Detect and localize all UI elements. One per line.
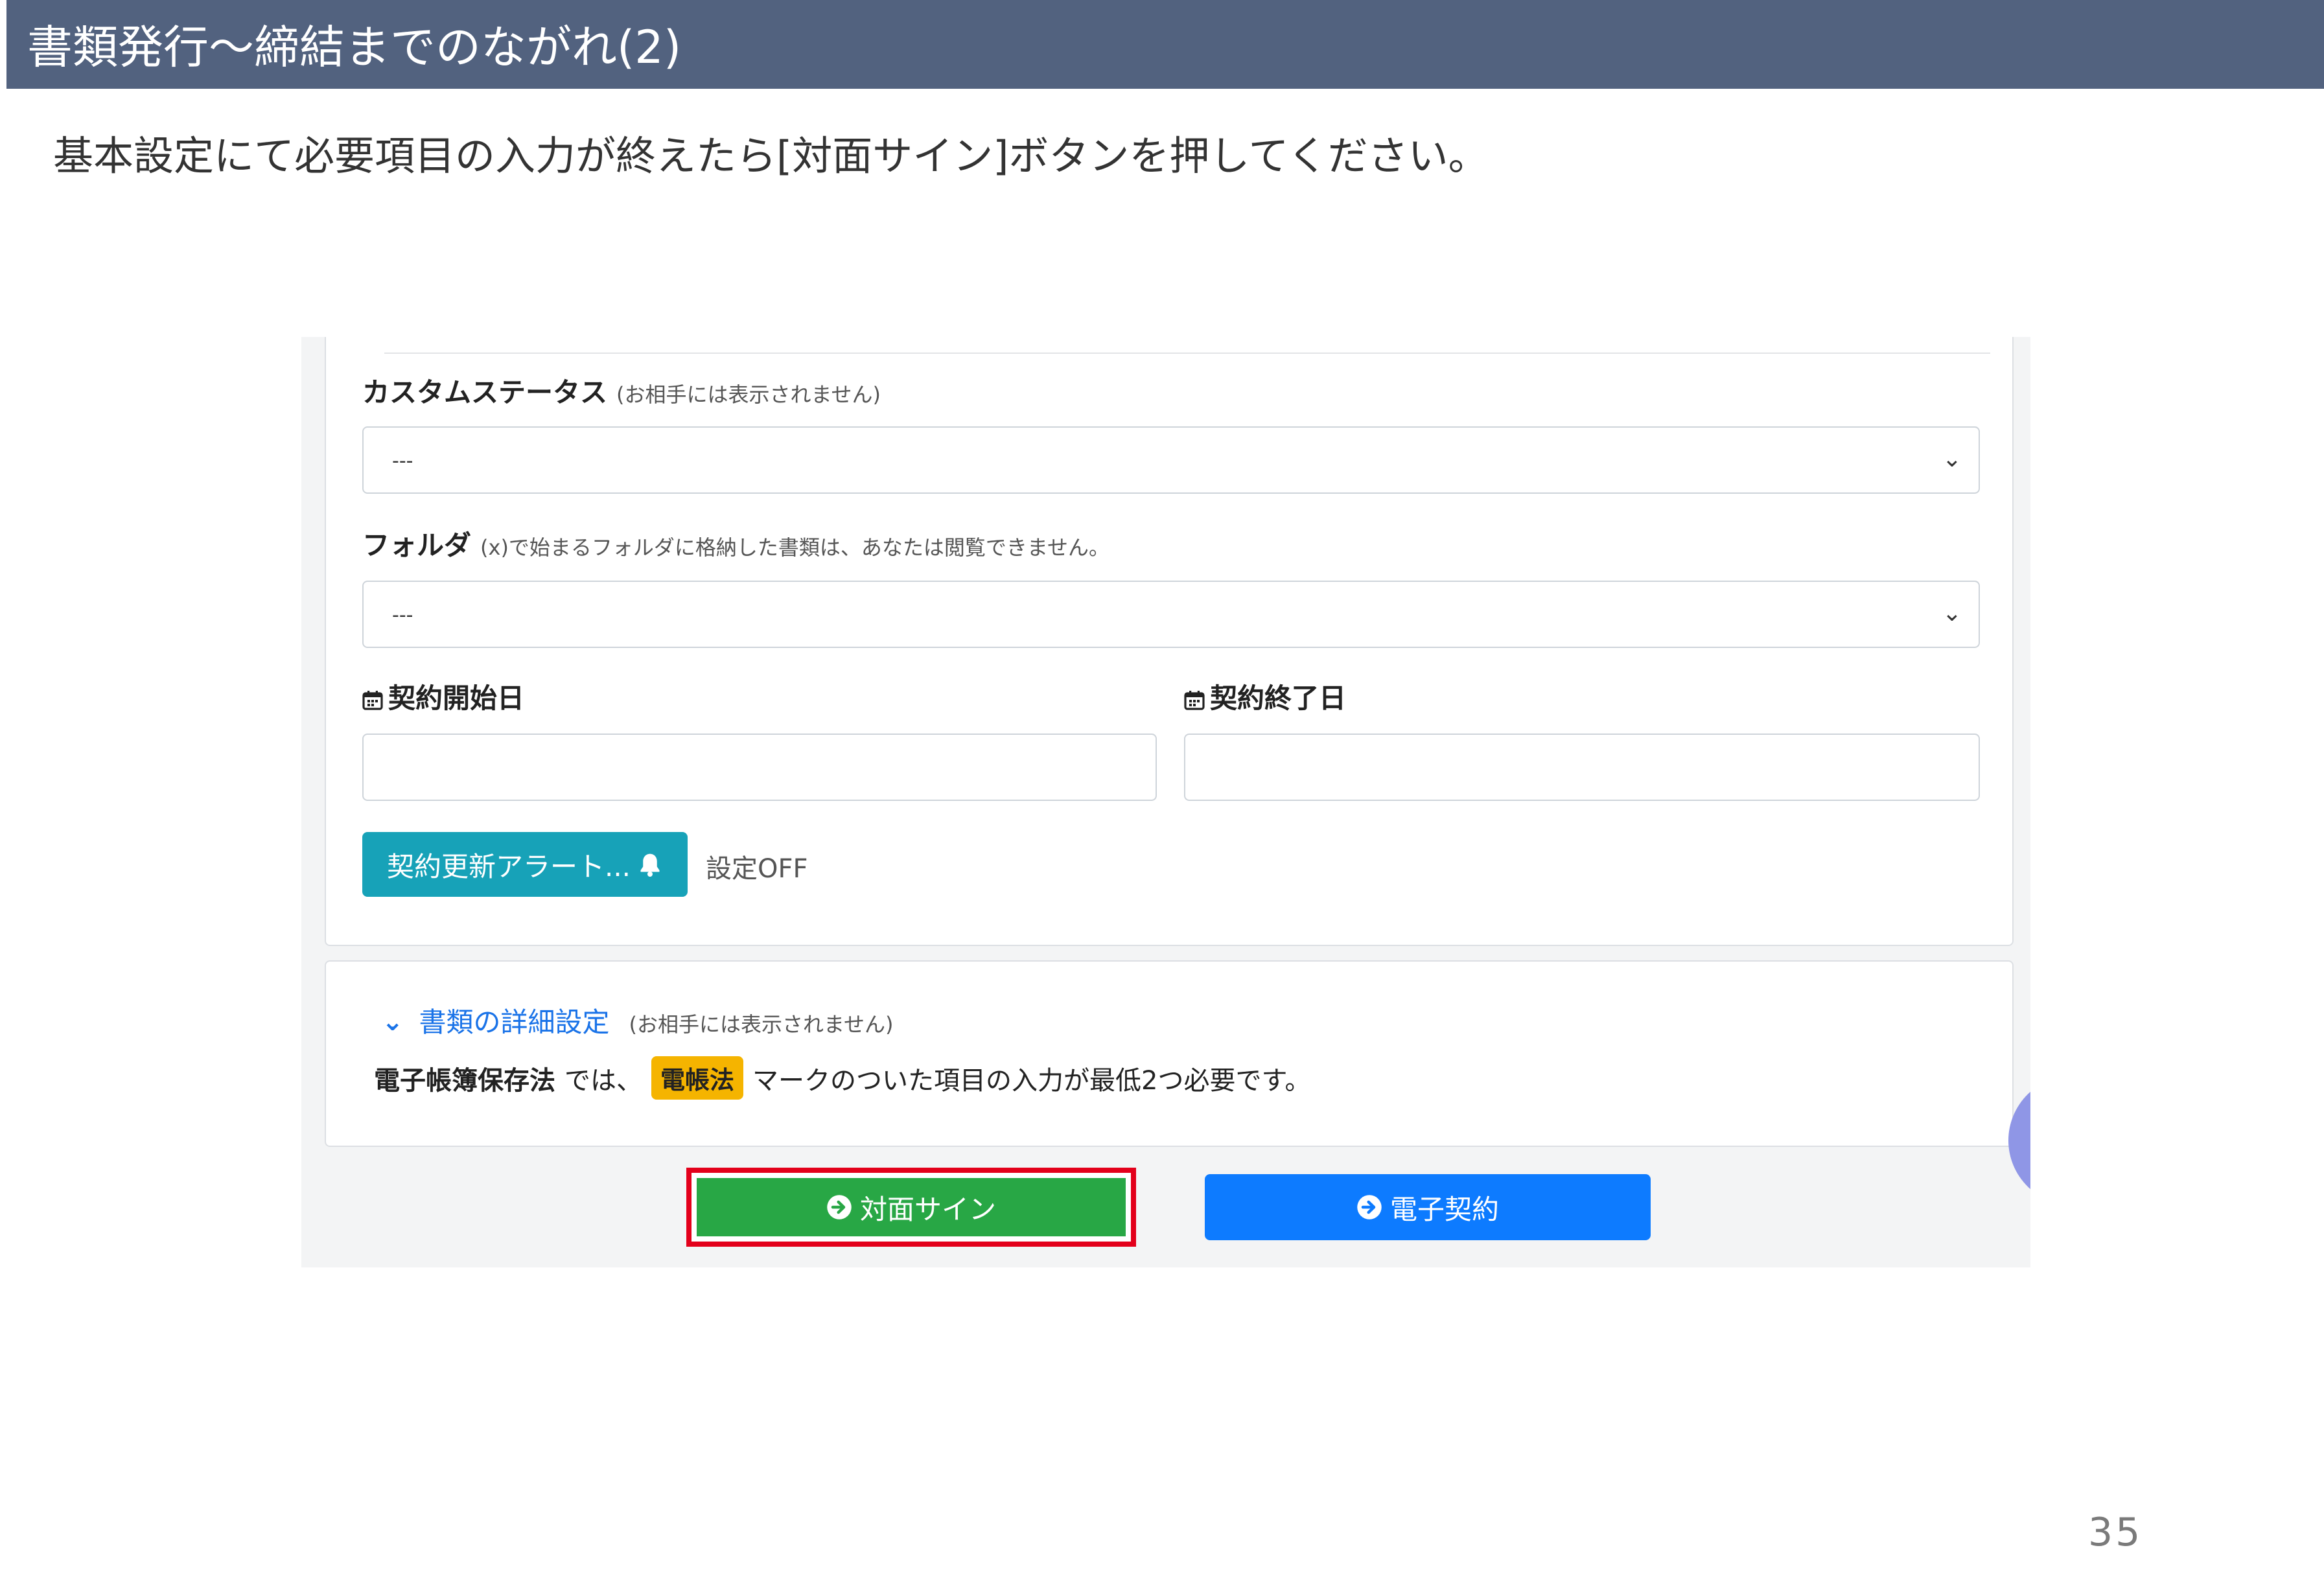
start-date-input[interactable] [362, 734, 1157, 801]
end-date-label: 契約終了日 [1184, 676, 1346, 716]
custom-status-label-text: カスタムステータス [362, 376, 608, 408]
face-sign-label: 対面サイン [859, 1193, 996, 1225]
face-sign-button[interactable]: 対面サイン [697, 1178, 1126, 1236]
arrow-circle-right-icon [1357, 1195, 1382, 1219]
details-requirement-text: 電子帳簿保存法 では、 電帳法 マークのついた項目の入力が最低2つ必要です。 [374, 1056, 1310, 1100]
custom-status-label: カスタムステータス (お相手には表示されません) [362, 371, 881, 410]
chevron-down-icon: ⌄ [1942, 600, 1962, 627]
slide-title: 書類発行～締結までのながれ(2) [27, 21, 682, 74]
alert-button-label: 契約更新アラート... [386, 850, 631, 883]
law-name: 電子帳簿保存法 [374, 1065, 555, 1096]
details-toggle-note: (お相手には表示されません) [629, 1012, 894, 1037]
page-number: 35 [2088, 1510, 2143, 1555]
screenshot-panel: カスタムステータス (お相手には表示されません) --- ⌄ フォルダ (x)で… [301, 337, 2030, 1267]
calendar-icon [362, 691, 383, 710]
bell-icon [640, 853, 660, 877]
start-date-label-text: 契約開始日 [388, 682, 525, 714]
alert-status: 設定OFF [706, 854, 808, 884]
details-text-end: マークのついた項目の入力が最低2つ必要です。 [752, 1065, 1311, 1096]
end-date-input[interactable] [1184, 734, 1980, 801]
details-text-mid: では、 [564, 1065, 642, 1096]
arrow-circle-right-icon [827, 1195, 852, 1219]
folder-note: (x)で始まるフォルダに格納した書類は、あなたは閲覧できません。 [480, 535, 1110, 560]
calendar-icon [1184, 691, 1205, 710]
custom-status-note: (お相手には表示されません) [616, 382, 881, 407]
custom-status-value: --- [392, 450, 413, 472]
folder-select[interactable]: --- ⌄ [362, 581, 1980, 648]
slide-instruction: 基本設定にて必要項目の入力が終えたら[対面サイン]ボタンを押してください。 [53, 132, 1489, 179]
law-badge: 電帳法 [651, 1056, 744, 1100]
folder-value: --- [392, 604, 413, 627]
folder-label-text: フォルダ [362, 529, 472, 561]
contract-renewal-alert-button[interactable]: 契約更新アラート... [362, 832, 688, 897]
end-date-label-text: 契約終了日 [1210, 682, 1347, 714]
slide-header: 書類発行～締結までのながれ(2) [6, 0, 2324, 89]
chevron-down-icon: ⌄ [1942, 446, 1962, 472]
face-sign-button-highlight: 対面サイン [686, 1168, 1136, 1247]
e-contract-button[interactable]: 電子契約 [1205, 1174, 1651, 1240]
chevron-down-icon: ⌄ [382, 1007, 404, 1037]
document-details-card: ⌄ 書類の詳細設定 (お相手には表示されません) 電子帳簿保存法 では、 電帳法… [325, 960, 2014, 1147]
start-date-label: 契約開始日 [362, 676, 524, 716]
divider [384, 353, 1990, 354]
custom-status-select[interactable]: --- ⌄ [362, 426, 1980, 494]
document-details-toggle[interactable]: ⌄ 書類の詳細設定 (お相手には表示されません) [382, 1000, 894, 1040]
folder-label: フォルダ (x)で始まるフォルダに格納した書類は、あなたは閲覧できません。 [362, 524, 1110, 563]
details-toggle-label: 書類の詳細設定 [419, 1006, 610, 1038]
basic-settings-card: カスタムステータス (お相手には表示されません) --- ⌄ フォルダ (x)で… [325, 337, 2014, 946]
e-contract-label: 電子契約 [1389, 1193, 1499, 1225]
